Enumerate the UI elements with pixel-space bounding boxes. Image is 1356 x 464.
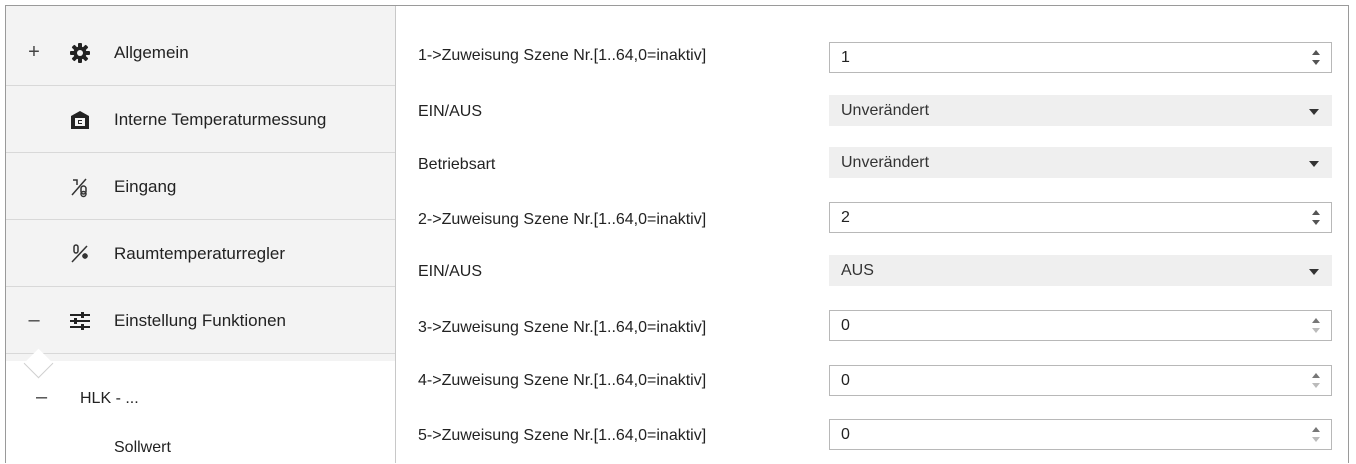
sidebar-item-sollwert[interactable]: Sollwert — [114, 439, 171, 457]
sidebar-subsection — [6, 361, 395, 464]
betriebsart-dropdown[interactable]: Unverändert — [829, 147, 1332, 178]
sidebar-item-raumtemperaturregler[interactable]: Raumtemperaturregler — [6, 221, 395, 287]
sidebar-item-label: Einstellung Funktionen — [114, 310, 287, 330]
sidebar-item-allgemein[interactable]: + Allgemein — [6, 20, 395, 86]
collapse-icon[interactable]: – — [26, 309, 42, 332]
sliders-icon — [68, 309, 92, 333]
field-value: Unverändert — [841, 153, 930, 171]
field-value: AUS — [841, 261, 874, 279]
sidebar-item-interne-temperaturmessung[interactable]: Interne Temperaturmessung — [6, 87, 395, 153]
param-label-betriebsart: Betriebsart — [418, 156, 496, 173]
field-value: 2 — [841, 208, 850, 226]
scene-4-spinbox[interactable]: 0 — [829, 365, 1332, 396]
sidebar-item-einstellung-funktionen[interactable]: – Einstellung Funktionen — [6, 288, 395, 354]
thermometer-box-icon — [68, 108, 92, 132]
field-value: 0 — [841, 371, 850, 389]
sidebar-item-label: Allgemein — [114, 42, 189, 62]
sidebar-item-label: Eingang — [114, 176, 177, 196]
param-label-ein-aus-1: EIN/AUS — [418, 103, 483, 120]
param-label-szene-3: 3->Zuweisung Szene Nr.[1..64,0=inaktiv] — [418, 319, 707, 336]
window-frame: + Allgemein Interne Temperaturmessung Ei… — [5, 5, 1349, 464]
spinner-arrows-icon[interactable] — [1311, 371, 1321, 391]
spinner-arrows-icon[interactable] — [1311, 425, 1321, 445]
param-label-ein-aus-2: EIN/AUS — [418, 263, 483, 280]
field-value: 0 — [841, 425, 850, 443]
chevron-down-icon — [1309, 109, 1319, 115]
param-label-szene-2: 2->Zuweisung Szene Nr.[1..64,0=inaktiv] — [418, 211, 707, 228]
param-label-szene-5: 5->Zuweisung Szene Nr.[1..64,0=inaktiv] — [418, 427, 707, 444]
field-value: Unverändert — [841, 101, 930, 119]
scene-3-spinbox[interactable]: 0 — [829, 310, 1332, 341]
scene-5-spinbox[interactable]: 0 — [829, 419, 1332, 450]
chevron-down-icon — [1309, 269, 1319, 275]
input-sensor-icon — [68, 175, 92, 199]
ein-aus-2-dropdown[interactable]: AUS — [829, 255, 1332, 286]
ein-aus-1-dropdown[interactable]: Unverändert — [829, 95, 1332, 126]
expand-icon[interactable]: + — [26, 41, 42, 64]
scene-2-spinbox[interactable]: 2 — [829, 202, 1332, 233]
scene-1-spinbox[interactable]: 1 — [829, 42, 1332, 73]
gear-icon — [68, 41, 92, 65]
room-temperature-icon — [68, 242, 92, 266]
field-value: 1 — [841, 48, 850, 66]
sidebar-item-hlk[interactable]: HLK - ... — [80, 390, 139, 408]
spinner-arrows-icon[interactable] — [1311, 316, 1321, 336]
param-label-szene-1: 1->Zuweisung Szene Nr.[1..64,0=inaktiv] — [418, 47, 707, 64]
field-value: 0 — [841, 316, 850, 334]
spinner-arrows-icon[interactable] — [1311, 208, 1321, 228]
chevron-down-icon — [1309, 161, 1319, 167]
sidebar: + Allgemein Interne Temperaturmessung Ei… — [6, 6, 396, 464]
spinner-arrows-icon[interactable] — [1311, 48, 1321, 68]
sidebar-item-eingang[interactable]: Eingang — [6, 154, 395, 220]
sidebar-item-label: Interne Temperaturmessung — [114, 109, 327, 129]
collapse-icon[interactable]: – — [36, 386, 47, 409]
sidebar-item-label: Raumtemperaturregler — [114, 243, 286, 263]
param-label-szene-4: 4->Zuweisung Szene Nr.[1..64,0=inaktiv] — [418, 372, 707, 389]
parameter-panel: 1->Zuweisung Szene Nr.[1..64,0=inaktiv] … — [396, 6, 1348, 463]
